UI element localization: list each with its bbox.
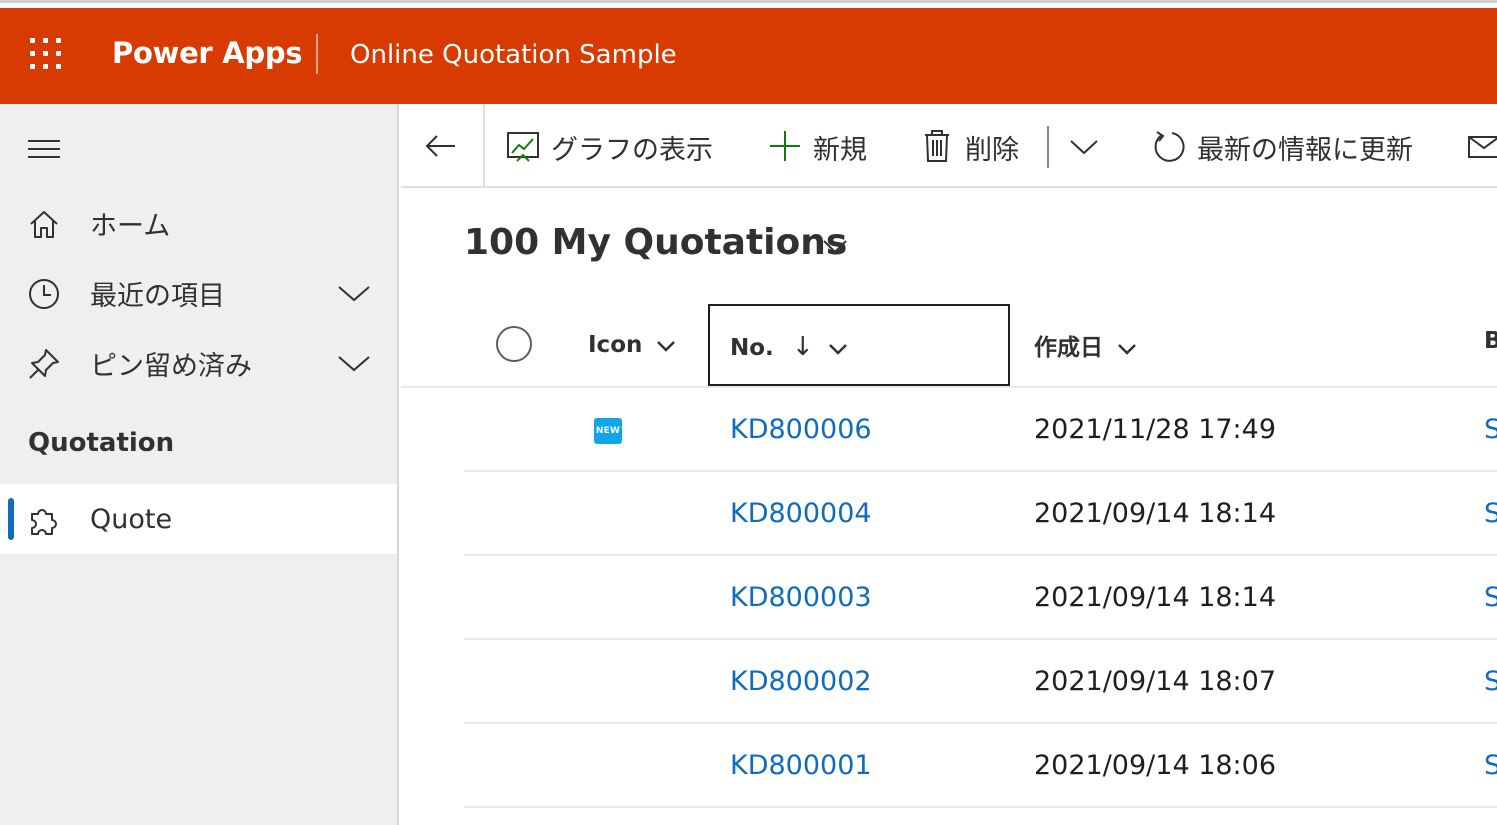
view-selector-title[interactable]: 100 My Quotations xyxy=(464,222,847,263)
chevron-down-icon xyxy=(657,340,676,352)
sidebar-item-recent[interactable]: 最近の項目 xyxy=(0,260,397,324)
trash-icon xyxy=(925,130,949,162)
delete-button[interactable]: 削除 xyxy=(919,124,1039,168)
app-name[interactable]: Power Apps xyxy=(112,36,303,70)
truncated-cell-link[interactable]: S xyxy=(1484,498,1497,529)
chevron-down-icon[interactable] xyxy=(336,348,372,378)
sidebar-item-label: Quote xyxy=(90,504,173,535)
command-bar: グラフの表示 新規 削除 最新の情報に更新 xyxy=(401,104,1497,188)
chevron-down-icon xyxy=(828,343,847,355)
chart-icon xyxy=(507,132,539,162)
chevron-down-icon[interactable] xyxy=(820,232,850,260)
sidebar: ホーム 最近の項目 ピン留め済み Quotation Quote xyxy=(0,104,399,825)
back-arrow-icon[interactable] xyxy=(421,126,461,166)
clock-icon xyxy=(29,279,59,309)
created-date-cell: 2021/09/14 18:14 xyxy=(1034,498,1277,529)
truncated-cell-link[interactable]: S xyxy=(1484,666,1497,697)
column-header-no[interactable]: No. ↓ xyxy=(730,332,848,362)
refresh-button[interactable]: 最新の情報に更新 xyxy=(1151,124,1441,168)
sidebar-section-title: Quotation xyxy=(28,428,175,458)
refresh-label: 最新の情報に更新 xyxy=(1197,135,1413,166)
show-chart-label: グラフの表示 xyxy=(551,135,713,166)
created-date-cell: 2021/11/28 17:49 xyxy=(1034,414,1277,445)
chevron-down-icon[interactable] xyxy=(336,278,372,308)
sidebar-item-label: 最近の項目 xyxy=(90,281,225,312)
column-header-created[interactable]: 作成日 xyxy=(1034,328,1137,362)
new-button[interactable]: 新規 xyxy=(767,124,887,168)
new-label: 新規 xyxy=(813,135,867,166)
column-label: 作成日 xyxy=(1034,335,1103,361)
command-separator xyxy=(483,104,485,188)
select-all-checkbox[interactable] xyxy=(496,326,532,362)
created-date-cell: 2021/09/14 18:06 xyxy=(1034,750,1277,781)
quote-number-link[interactable]: KD800001 xyxy=(730,750,872,781)
quote-number-link[interactable]: KD800002 xyxy=(730,666,872,697)
app-launcher-icon[interactable] xyxy=(30,38,64,72)
sidebar-item-label: ホーム xyxy=(90,211,171,242)
grid-header: Icon No. ↓ 作成日 B xyxy=(401,300,1497,388)
sidebar-item-quote[interactable]: Quote xyxy=(0,484,397,554)
column-label: No. xyxy=(730,335,774,361)
pin-icon xyxy=(29,349,59,379)
selected-indicator xyxy=(8,498,14,540)
sidebar-item-home[interactable]: ホーム xyxy=(0,190,397,254)
window-top-border xyxy=(0,0,1497,8)
sidebar-item-label: ピン留め済み xyxy=(90,351,252,382)
column-header-truncated[interactable]: B xyxy=(1484,328,1497,354)
chevron-down-icon[interactable] xyxy=(1067,132,1101,162)
puzzle-icon xyxy=(31,509,57,535)
quote-number-link[interactable]: KD800004 xyxy=(730,498,872,529)
plus-icon xyxy=(770,131,800,161)
created-date-cell: 2021/09/14 18:14 xyxy=(1034,582,1277,613)
truncated-cell-link[interactable]: S xyxy=(1484,414,1497,445)
table-row[interactable]: KD800003 2021/09/14 18:14 S xyxy=(464,556,1497,640)
show-chart-button[interactable]: グラフの表示 xyxy=(505,124,735,168)
sort-descending-arrow: ↓ xyxy=(791,332,814,362)
home-icon xyxy=(30,211,58,238)
table-row[interactable]: NEW KD800006 2021/11/28 17:49 S xyxy=(464,388,1497,472)
truncated-cell-link[interactable]: S xyxy=(1484,750,1497,781)
header-divider xyxy=(316,34,318,74)
chevron-down-icon xyxy=(1118,343,1136,355)
refresh-icon xyxy=(1154,131,1185,162)
quote-number-link[interactable]: KD800006 xyxy=(730,414,872,445)
sidebar-item-pinned[interactable]: ピン留め済み xyxy=(0,330,397,394)
truncated-cell-link[interactable]: S xyxy=(1484,582,1497,613)
delete-label: 削除 xyxy=(965,135,1019,166)
app-header: Power Apps Online Quotation Sample xyxy=(0,8,1497,104)
column-header-icon[interactable]: Icon xyxy=(588,332,676,358)
created-date-cell: 2021/09/14 18:07 xyxy=(1034,666,1277,697)
table-row[interactable]: KD800004 2021/09/14 18:14 S xyxy=(464,472,1497,556)
email-link-icon[interactable] xyxy=(1467,130,1497,164)
command-separator xyxy=(1047,126,1049,168)
column-label: Icon xyxy=(588,332,643,358)
app-title[interactable]: Online Quotation Sample xyxy=(350,40,677,70)
hamburger-menu-icon[interactable] xyxy=(26,136,62,162)
quote-number-link[interactable]: KD800003 xyxy=(730,582,872,613)
table-row[interactable]: KD800001 2021/09/14 18:06 S xyxy=(464,724,1497,808)
new-badge-icon: NEW xyxy=(594,418,622,444)
table-row[interactable]: KD800002 2021/09/14 18:07 S xyxy=(464,640,1497,724)
